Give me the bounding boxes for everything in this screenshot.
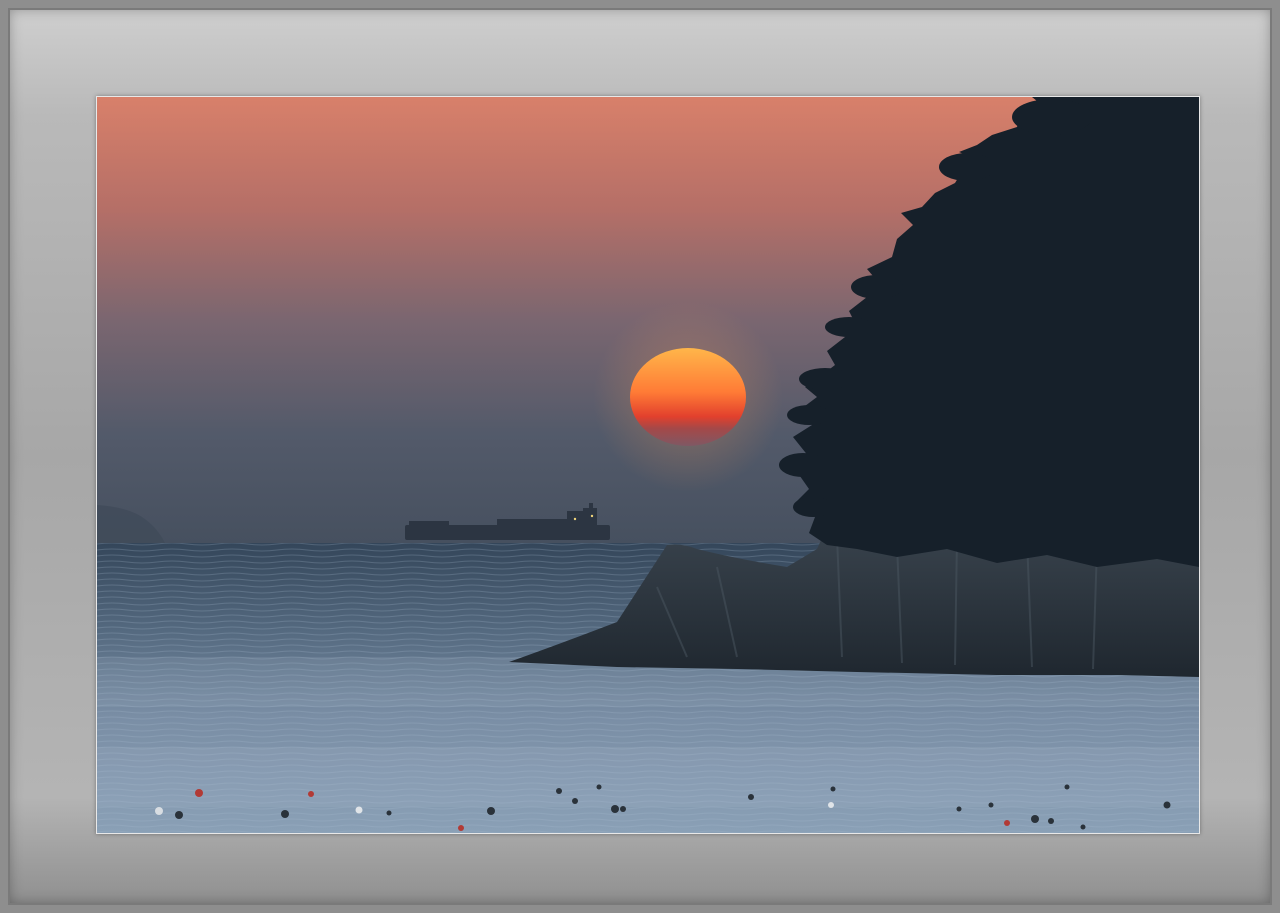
sea-glint-2 bbox=[97, 747, 1199, 807]
photo-canvas bbox=[97, 97, 1199, 833]
sun bbox=[630, 348, 746, 446]
sunset-photo bbox=[96, 96, 1200, 834]
picture-frame bbox=[0, 0, 1280, 913]
